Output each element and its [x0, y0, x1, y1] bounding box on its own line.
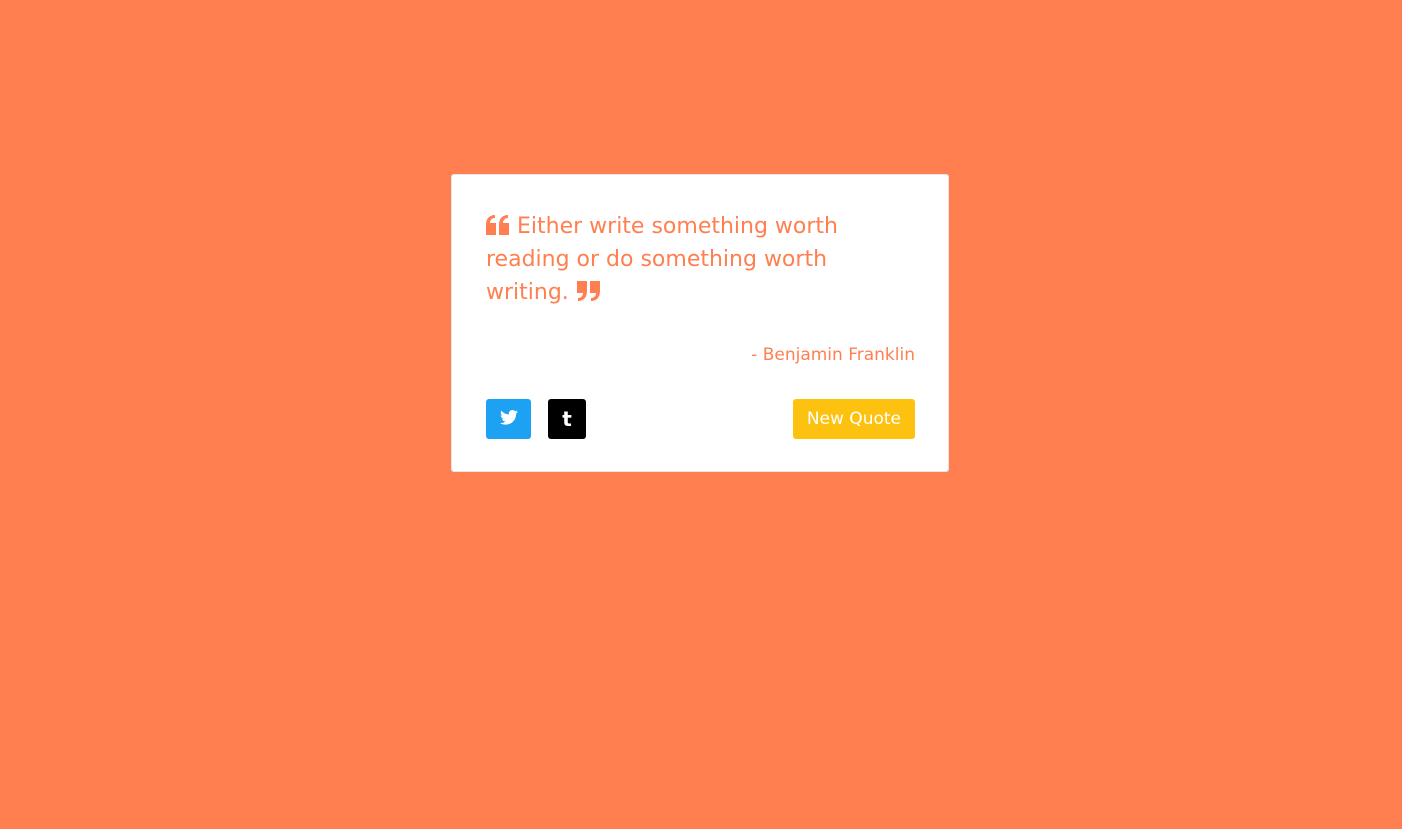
quote-right-icon	[576, 281, 600, 301]
twitter-icon	[499, 409, 518, 429]
quote-text: Either write something worth reading or …	[486, 214, 838, 305]
quote-left-icon	[486, 215, 509, 235]
quote-text-block: Either write something worth reading or …	[486, 210, 886, 309]
tweet-quote-button[interactable]	[486, 399, 531, 439]
tumblr-quote-button[interactable]: t	[548, 399, 586, 439]
new-quote-button[interactable]: New Quote	[792, 399, 915, 439]
tumblr-icon: t	[562, 407, 572, 431]
quote-author: - Benjamin Franklin	[751, 345, 915, 365]
page-background: { "theme": { "background_color": "#ff7f5…	[0, 0, 1402, 829]
quote-box: Either write something worth reading or …	[451, 174, 949, 472]
